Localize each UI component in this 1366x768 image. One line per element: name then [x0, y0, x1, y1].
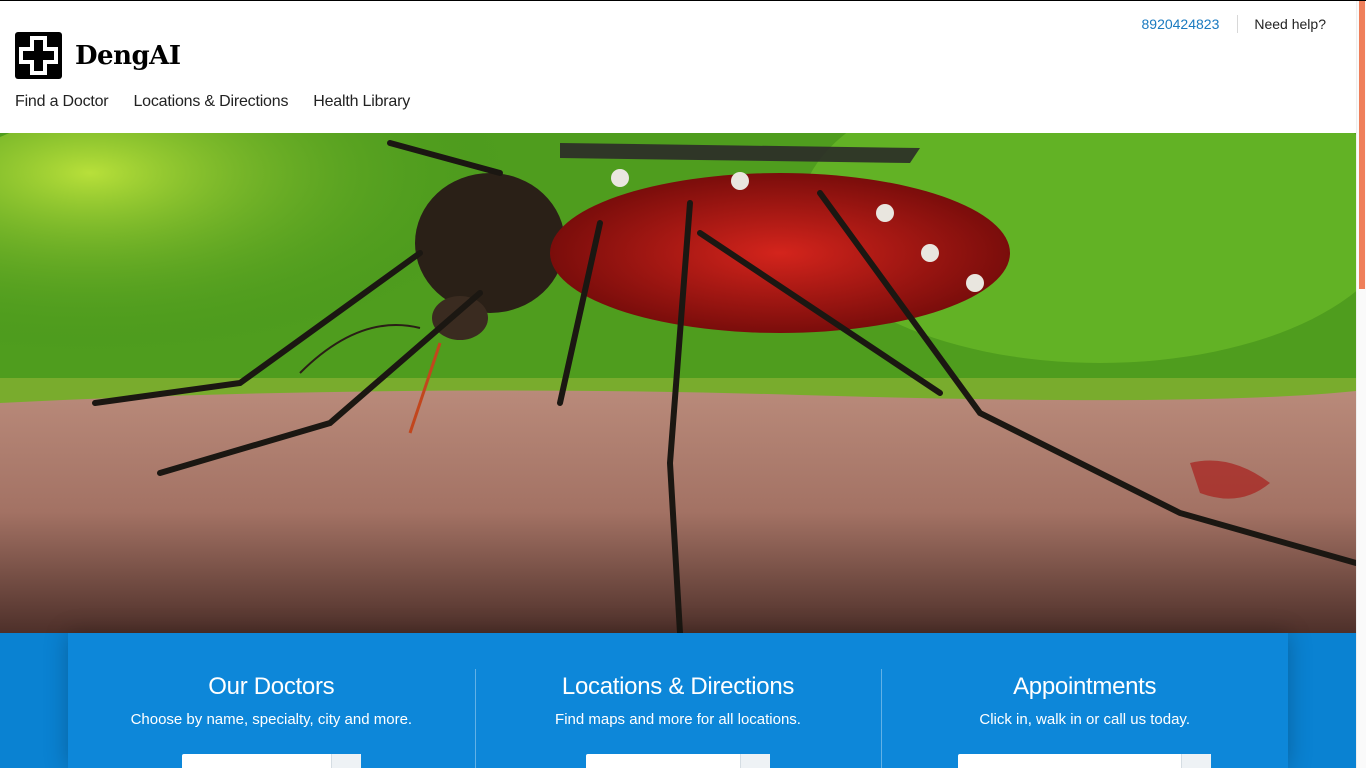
page-scrollbar[interactable] [1356, 1, 1366, 768]
hero-image [0, 133, 1356, 633]
doctor-search-field[interactable] [182, 754, 361, 768]
nav-find-a-doctor[interactable]: Find a Doctor [15, 93, 109, 111]
nav-locations-directions[interactable]: Locations & Directions [133, 93, 288, 111]
appointment-button[interactable] [1181, 754, 1212, 768]
need-help-link[interactable]: Need help? [1238, 16, 1326, 32]
card-our-doctors[interactable]: Our Doctors Choose by name, specialty, c… [68, 633, 475, 768]
mosquito-illustration [0, 133, 1356, 633]
main-nav: Find a Doctor Locations & Directions Hea… [15, 93, 435, 111]
brand-logo[interactable]: DengAI [15, 32, 181, 79]
site-header: DengAI 8920424823 Need help? Find a Doct… [0, 1, 1356, 133]
cross-logo-icon [15, 32, 62, 79]
card-text: Click in, walk in or call us today. [979, 711, 1190, 728]
card-text: Choose by name, specialty, city and more… [130, 711, 413, 728]
quick-links-bar: Our Doctors Choose by name, specialty, c… [0, 633, 1356, 768]
card-title: Locations & Directions [561, 673, 795, 700]
card-title: Our Doctors [208, 673, 335, 700]
phone-link[interactable]: 8920424823 [1142, 16, 1238, 32]
card-appointments[interactable]: Appointments Click in, walk in or call u… [881, 633, 1288, 768]
quick-links-panel: Our Doctors Choose by name, specialty, c… [68, 633, 1288, 768]
brand-name: DengAI [75, 40, 181, 71]
utility-links: 8920424823 Need help? [1142, 15, 1326, 33]
card-title: Appointments [1013, 673, 1157, 700]
location-search-button[interactable] [739, 754, 770, 768]
location-search-field[interactable] [585, 754, 770, 768]
card-text: Find maps and more for all locations. [555, 711, 801, 728]
appointment-field[interactable] [958, 754, 1212, 768]
card-locations[interactable]: Locations & Directions Find maps and mor… [474, 633, 882, 768]
scrollbar-thumb[interactable] [1359, 1, 1365, 289]
nav-health-library[interactable]: Health Library [313, 93, 410, 111]
doctor-search-button[interactable] [331, 754, 361, 768]
